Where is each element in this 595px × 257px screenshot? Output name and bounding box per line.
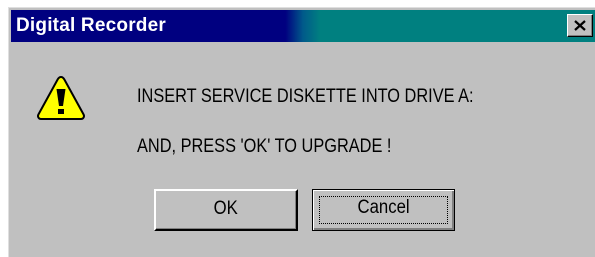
close-button[interactable]	[567, 14, 593, 37]
close-icon	[574, 20, 586, 31]
message-line-2: AND, PRESS 'OK' TO UPGRADE !	[137, 136, 392, 157]
title-bar[interactable]: Digital Recorder	[11, 10, 595, 42]
warning-icon	[37, 75, 85, 120]
window-title: Digital Recorder	[16, 15, 166, 36]
ok-button[interactable]: OK	[154, 189, 298, 231]
ok-button-label: OK	[213, 198, 239, 219]
message-line-1: INSERT SERVICE DISKETTE INTO DRIVE A:	[137, 86, 474, 107]
cancel-button-label: Cancel	[357, 197, 410, 218]
cancel-button[interactable]: Cancel	[312, 189, 455, 231]
message-dialog: Digital Recorder INSERT SERVICE DISKETTE…	[8, 7, 595, 257]
